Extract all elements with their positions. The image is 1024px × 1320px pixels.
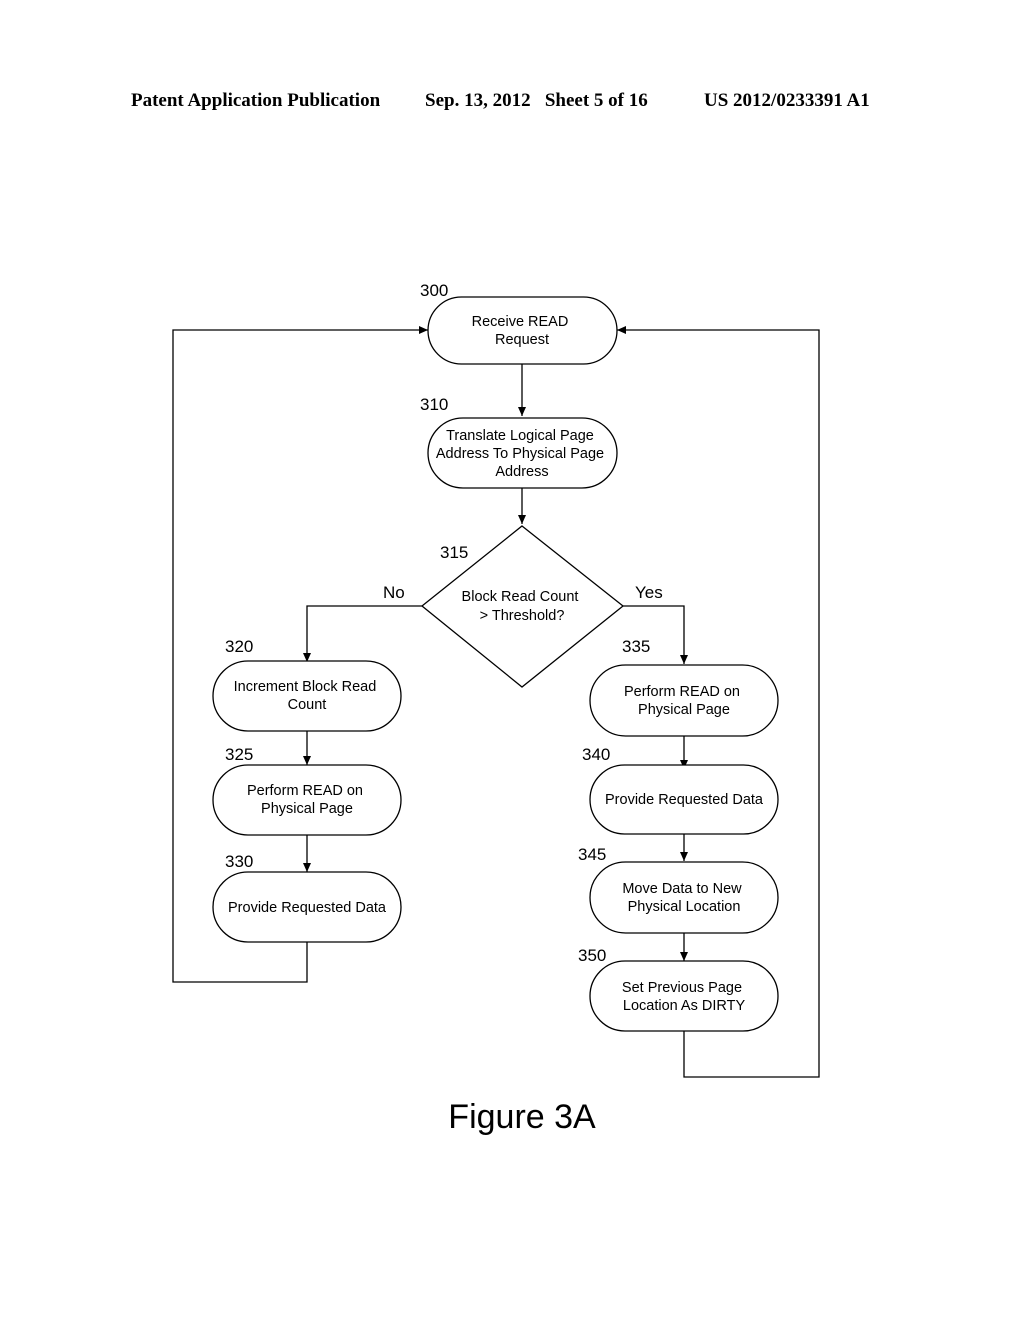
line: Location As DIRTY bbox=[623, 998, 746, 1014]
edge-315-320-no bbox=[303, 605, 422, 662]
ref-310: 310 bbox=[420, 395, 448, 414]
ref-350: 350 bbox=[578, 946, 606, 965]
line: > Threshold? bbox=[480, 608, 565, 624]
ref-345: 345 bbox=[578, 845, 606, 864]
line: Set Previous Page bbox=[622, 980, 742, 996]
line: Address To Physical Page bbox=[436, 446, 604, 462]
node-345-move-data bbox=[589, 861, 779, 934]
line: Translate Logical Page bbox=[446, 428, 594, 444]
line: Perform READ on bbox=[247, 783, 363, 799]
ref-340: 340 bbox=[582, 745, 610, 764]
line: Physical Page bbox=[638, 702, 730, 718]
node-325-perform-read bbox=[212, 764, 402, 836]
ref-325: 325 bbox=[225, 745, 253, 764]
line: Block Read Count bbox=[462, 589, 579, 605]
line: Physical Page bbox=[261, 801, 353, 817]
line: Move Data to New bbox=[622, 881, 742, 897]
line: Provide Requested Data bbox=[228, 900, 387, 916]
ref-315: 315 bbox=[440, 543, 468, 562]
line: Request bbox=[495, 332, 549, 348]
ref-335: 335 bbox=[622, 637, 650, 656]
flowchart: Receive READ Request Translate Logical P… bbox=[172, 281, 820, 1136]
node-340-text: Provide Requested Data bbox=[605, 792, 764, 808]
line: Address bbox=[495, 464, 548, 480]
line: Physical Location bbox=[628, 899, 741, 915]
branch-no-label: No bbox=[383, 583, 405, 602]
line: Provide Requested Data bbox=[605, 792, 764, 808]
ref-330: 330 bbox=[225, 852, 253, 871]
node-330-text: Provide Requested Data bbox=[228, 900, 387, 916]
branch-yes-label: Yes bbox=[635, 583, 663, 602]
node-300-receive-read-request bbox=[427, 296, 618, 365]
ref-300: 300 bbox=[420, 281, 448, 300]
node-320-increment-count bbox=[212, 660, 402, 732]
figure-caption: Figure 3A bbox=[448, 1098, 596, 1136]
node-335-perform-read bbox=[589, 664, 779, 737]
line: Perform READ on bbox=[624, 684, 740, 700]
node-350-set-dirty bbox=[589, 960, 779, 1032]
ref-320: 320 bbox=[225, 637, 253, 656]
line: Increment Block Read bbox=[234, 679, 377, 695]
line: Count bbox=[288, 697, 327, 713]
line: Receive READ bbox=[472, 314, 569, 330]
